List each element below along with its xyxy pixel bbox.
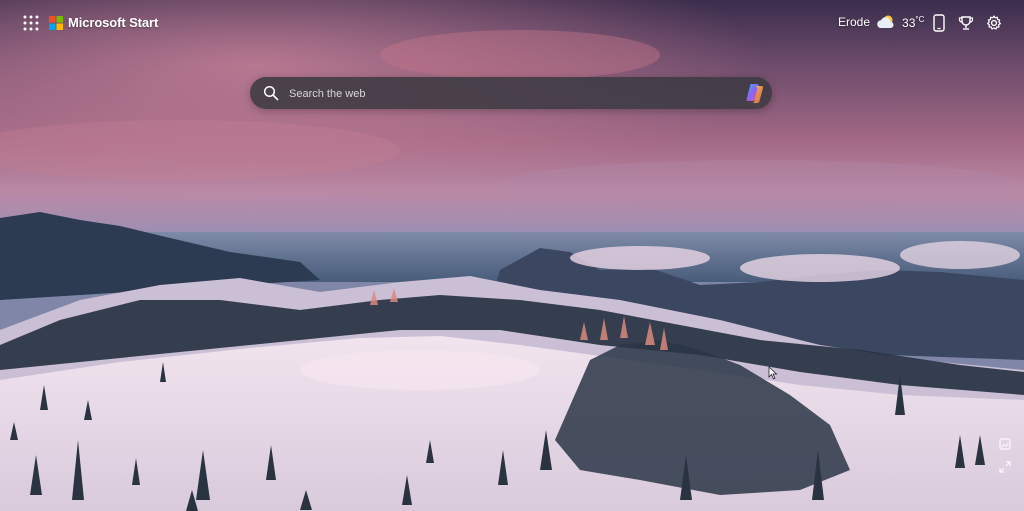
rewards-trophy-icon[interactable] <box>956 13 976 33</box>
mouse-cursor-icon <box>768 366 778 380</box>
weather-temperature: 33°C <box>902 14 925 30</box>
weather-widget[interactable]: Erode 33°C <box>838 14 924 30</box>
copilot-icon[interactable] <box>744 82 766 104</box>
brand-link[interactable]: Microsoft Start <box>49 15 158 30</box>
app-launcher-icon[interactable] <box>22 14 40 32</box>
gear-icon[interactable] <box>984 13 1004 33</box>
search-input[interactable] <box>287 77 731 111</box>
microsoft-logo-icon <box>49 15 63 30</box>
image-info-icon[interactable] <box>997 436 1013 452</box>
weather-city: Erode <box>838 15 871 29</box>
partly-cloudy-icon <box>877 15 894 28</box>
search-bar[interactable] <box>250 77 772 111</box>
search-icon <box>263 85 279 101</box>
phone-icon[interactable] <box>929 13 949 33</box>
brand-name: Microsoft Start <box>68 15 159 30</box>
expand-icon[interactable] <box>997 459 1013 475</box>
top-bar: Microsoft Start Erode 33°C <box>0 0 1024 46</box>
